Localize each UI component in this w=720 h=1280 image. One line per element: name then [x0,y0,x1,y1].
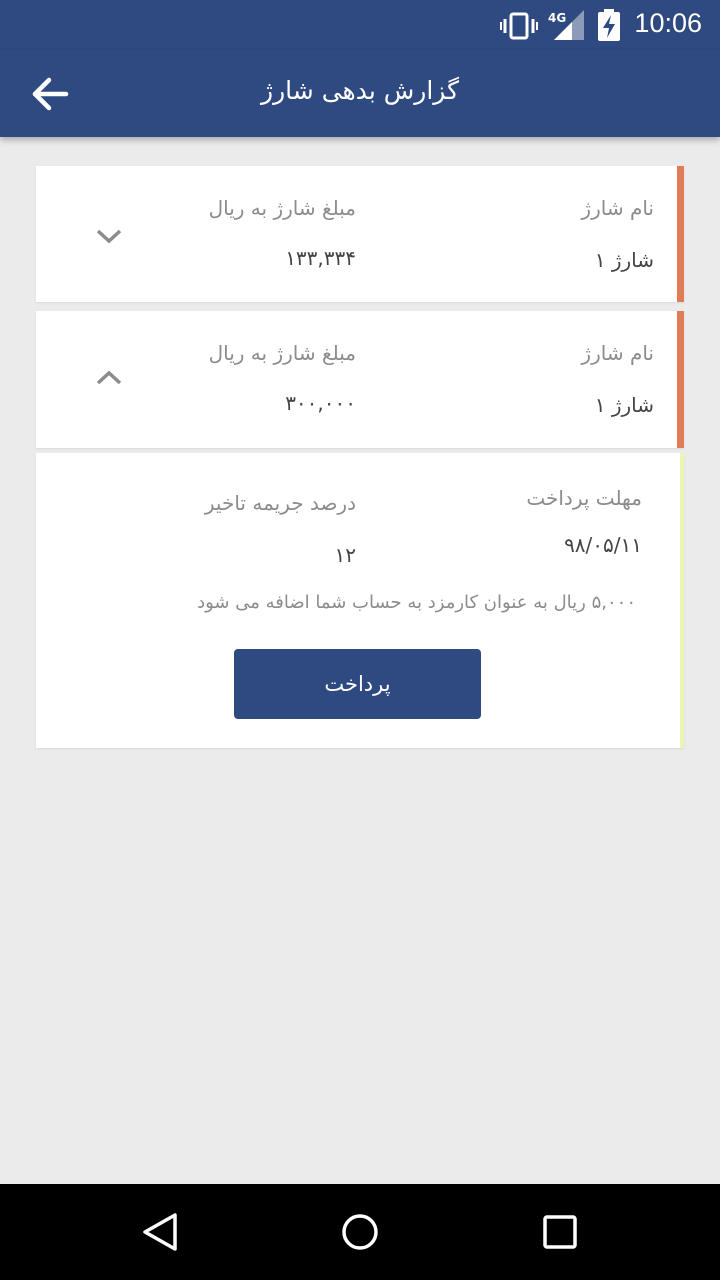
chevron-up-icon[interactable] [94,368,124,388]
charge-amount-label: مبلغ شارژ به ریال [208,341,356,365]
payment-deadline-value: ۹۸/۰۵/۱۱ [564,533,642,557]
card-accent-stripe [677,166,684,302]
charge-card[interactable]: نام شارژ شارژ ۱ مبلغ شارژ به ریال ۱۳۳,۳۳… [36,166,684,302]
status-bar: 4G 10:06 [0,0,720,50]
charge-amount-value: ۱۳۳,۳۳۴ [285,246,356,270]
fee-note: ۵,۰۰۰ ریال به عنوان کارمزد به حساب شما ا… [197,592,636,613]
late-penalty-value: ۱۲ [334,543,356,567]
late-penalty-label: درصد جریمه تاخیر [204,491,356,515]
chevron-down-icon[interactable] [94,226,124,246]
back-triangle-icon[interactable] [140,1212,180,1252]
charge-amount-label: مبلغ شارژ به ریال [208,196,356,220]
payment-deadline-label: مهلت پرداخت [526,486,642,510]
battery-charging-icon [598,9,620,41]
charge-name-label: نام شارژ [581,341,654,365]
charge-amount-value: ۳۰۰,۰۰۰ [285,391,356,415]
page-title: گزارش بدهی شارژ [261,76,459,105]
clock: 10:06 [634,8,702,38]
home-circle-icon[interactable] [340,1212,380,1252]
pay-button[interactable]: پرداخت [234,649,481,719]
charge-name-value: شارژ ۱ [594,248,654,272]
app-bar: گزارش بدهی شارژ [0,50,720,137]
charge-detail-panel: مهلت پرداخت ۹۸/۰۵/۱۱ درصد جریمه تاخیر ۱۲… [36,453,684,748]
charge-name-value: شارژ ۱ [594,393,654,417]
detail-accent-stripe [680,453,684,748]
charge-card[interactable]: نام شارژ شارژ ۱ مبلغ شارژ به ریال ۳۰۰,۰۰… [36,311,684,448]
charge-name-label: نام شارژ [581,196,654,220]
signal-icon [554,10,584,40]
system-nav-bar [0,1184,720,1280]
card-accent-stripe [677,311,684,448]
recents-square-icon[interactable] [541,1212,579,1252]
vibrate-icon [500,12,538,40]
